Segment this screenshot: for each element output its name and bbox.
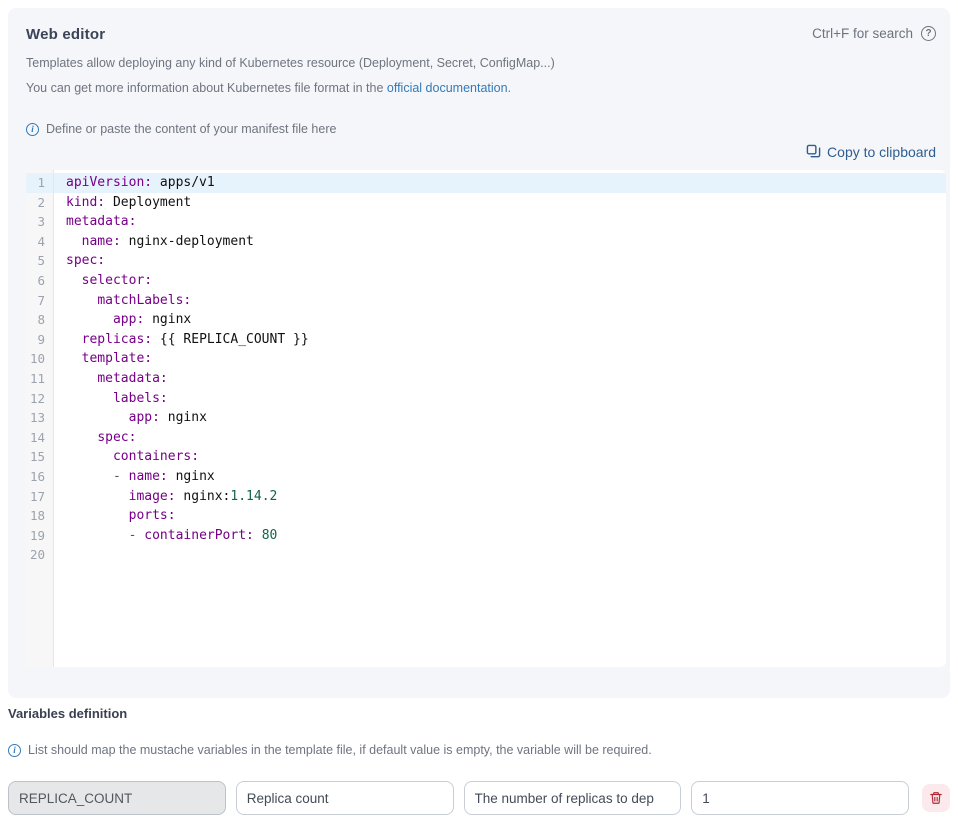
line-number: 8	[26, 310, 53, 330]
code-line[interactable]: app: nginx	[54, 408, 946, 428]
editor-hint-label: Define or paste the content of your mani…	[46, 122, 336, 136]
help-icon[interactable]: ?	[921, 26, 936, 41]
code-line[interactable]: metadata:	[54, 212, 946, 232]
line-number: 11	[26, 369, 53, 389]
line-number: 12	[26, 389, 53, 409]
description-line-2-suffix: .	[508, 81, 511, 95]
code-line[interactable]: spec:	[54, 428, 946, 448]
code-line[interactable]: labels:	[54, 389, 946, 409]
code-line[interactable]: - containerPort: 80	[54, 526, 946, 546]
search-hint-label: Ctrl+F for search	[812, 26, 913, 41]
variable-description-input[interactable]	[464, 781, 682, 815]
description-line-1: Templates allow deploying any kind of Ku…	[26, 56, 936, 70]
line-number: 16	[26, 467, 53, 487]
code-line[interactable]: - name: nginx	[54, 467, 946, 487]
info-icon: i	[8, 744, 21, 757]
page-title: Web editor	[26, 26, 105, 43]
line-number: 5	[26, 251, 53, 271]
line-numbers: 1234567891011121314151617181920	[26, 170, 54, 667]
search-hint: Ctrl+F for search ?	[812, 26, 936, 41]
delete-variable-button[interactable]	[922, 784, 950, 812]
copy-button-label: Copy to clipboard	[827, 144, 936, 160]
line-number: 6	[26, 271, 53, 291]
line-number: 18	[26, 506, 53, 526]
variable-name-input[interactable]	[8, 781, 226, 815]
code-lines[interactable]: apiVersion: apps/v1kind: Deploymentmetad…	[54, 170, 946, 667]
code-line[interactable]	[54, 545, 946, 565]
code-line[interactable]: matchLabels:	[54, 291, 946, 311]
line-number: 9	[26, 330, 53, 350]
copy-to-clipboard-button[interactable]: Copy to clipboard	[806, 144, 936, 160]
variables-hint-label: List should map the mustache variables i…	[28, 743, 652, 757]
line-number: 20	[26, 545, 53, 565]
copy-icon	[806, 144, 821, 159]
code-line[interactable]: containers:	[54, 447, 946, 467]
code-line[interactable]: image: nginx:1.14.2	[54, 487, 946, 507]
variable-label-input[interactable]	[236, 781, 454, 815]
code-line[interactable]: spec:	[54, 251, 946, 271]
code-editor[interactable]: 1234567891011121314151617181920 apiVersi…	[26, 170, 946, 667]
code-line[interactable]: kind: Deployment	[54, 193, 946, 213]
code-line[interactable]: apiVersion: apps/v1	[54, 173, 946, 193]
code-line[interactable]: app: nginx	[54, 310, 946, 330]
line-number: 19	[26, 526, 53, 546]
official-documentation-link[interactable]: official documentation	[387, 81, 508, 95]
line-number: 13	[26, 408, 53, 428]
line-number: 15	[26, 447, 53, 467]
editor-hint-row: i Define or paste the content of your ma…	[26, 122, 936, 136]
code-line[interactable]: selector:	[54, 271, 946, 291]
line-number: 14	[26, 428, 53, 448]
web-editor-panel: Web editor Ctrl+F for search ? Templates…	[8, 8, 950, 698]
variables-section-title: Variables definition	[8, 706, 950, 721]
variable-row	[8, 781, 950, 815]
line-number: 10	[26, 349, 53, 369]
code-line[interactable]: name: nginx-deployment	[54, 232, 946, 252]
trash-icon	[929, 791, 943, 805]
description-line-2-text: You can get more information about Kuber…	[26, 81, 387, 95]
line-number: 17	[26, 487, 53, 507]
line-number: 3	[26, 212, 53, 232]
line-number: 4	[26, 232, 53, 252]
code-line[interactable]: template:	[54, 349, 946, 369]
variable-default-value-input[interactable]	[691, 781, 909, 815]
code-line[interactable]: metadata:	[54, 369, 946, 389]
variables-hint-row: i List should map the mustache variables…	[8, 743, 950, 757]
line-number: 2	[26, 193, 53, 213]
code-line[interactable]: replicas: {{ REPLICA_COUNT }}	[54, 330, 946, 350]
line-number: 7	[26, 291, 53, 311]
code-line[interactable]: ports:	[54, 506, 946, 526]
description-line-2: You can get more information about Kuber…	[26, 81, 936, 95]
line-number: 1	[26, 173, 53, 193]
info-icon: i	[26, 123, 39, 136]
